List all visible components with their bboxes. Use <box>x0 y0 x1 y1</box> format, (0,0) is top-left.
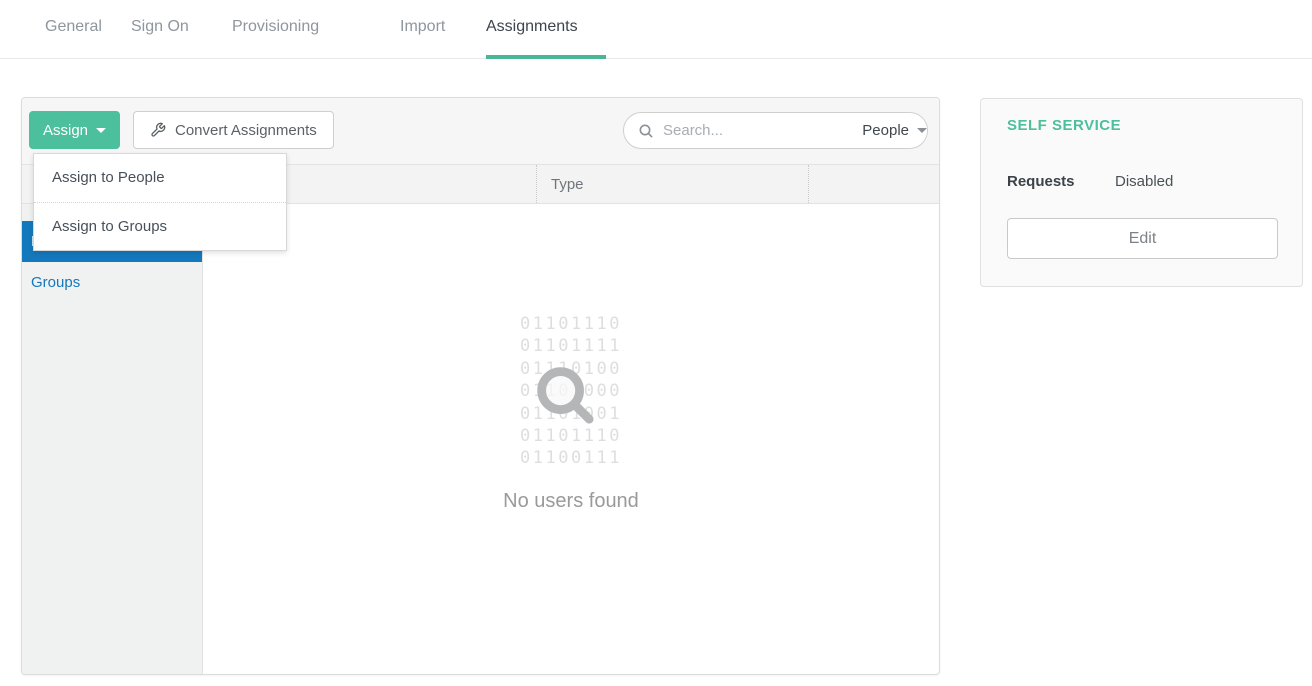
chevron-down-icon <box>917 128 927 133</box>
tabs-divider <box>0 58 1312 59</box>
self-service-title: SELF SERVICE <box>1007 117 1121 134</box>
chevron-down-icon <box>96 128 106 133</box>
binary-art-line: 01101111 <box>203 335 939 357</box>
assignments-filter-sidebar: People Groups <box>22 204 203 674</box>
empty-state-message: No users found <box>203 490 939 513</box>
self-service-panel: SELF SERVICE Requests Disabled Edit <box>980 98 1303 287</box>
tab-sign-on[interactable]: Sign On <box>131 18 189 36</box>
requests-value: Disabled <box>1115 173 1173 190</box>
assign-button[interactable]: Assign <box>29 111 120 149</box>
requests-label: Requests <box>1007 173 1075 190</box>
assign-dropdown-menu: Assign to People Assign to Groups <box>33 153 287 251</box>
column-divider <box>536 165 537 203</box>
search-input[interactable] <box>663 122 862 139</box>
magnifier-empty-state-icon <box>530 360 600 430</box>
wrench-icon <box>150 122 166 138</box>
column-header-type: Type <box>551 165 584 203</box>
search-field-wrap <box>624 113 862 148</box>
menu-item-assign-to-people[interactable]: Assign to People <box>34 154 286 202</box>
edit-button[interactable]: Edit <box>1007 218 1278 259</box>
tab-import[interactable]: Import <box>400 18 445 36</box>
assign-button-label: Assign <box>43 122 88 139</box>
binary-art-line: 01101110 <box>203 313 939 335</box>
tab-provisioning[interactable]: Provisioning <box>232 18 319 36</box>
search-icon <box>638 123 654 139</box>
assignments-page: General Sign On Provisioning Import Assi… <box>0 0 1312 686</box>
search-filter-label: People <box>862 122 909 139</box>
tab-general[interactable]: General <box>45 18 102 36</box>
search-filter-dropdown[interactable]: People <box>862 113 927 148</box>
sidebar-item-groups[interactable]: Groups <box>22 262 202 303</box>
column-divider <box>808 165 809 203</box>
binary-art-line: 01100111 <box>203 447 939 469</box>
convert-assignments-label: Convert Assignments <box>175 122 317 139</box>
tab-assignments[interactable]: Assignments <box>486 18 578 36</box>
convert-assignments-button[interactable]: Convert Assignments <box>133 111 334 149</box>
search-control: People <box>623 112 928 149</box>
active-tab-underline <box>486 55 606 59</box>
menu-item-assign-to-groups[interactable]: Assign to Groups <box>34 202 286 250</box>
